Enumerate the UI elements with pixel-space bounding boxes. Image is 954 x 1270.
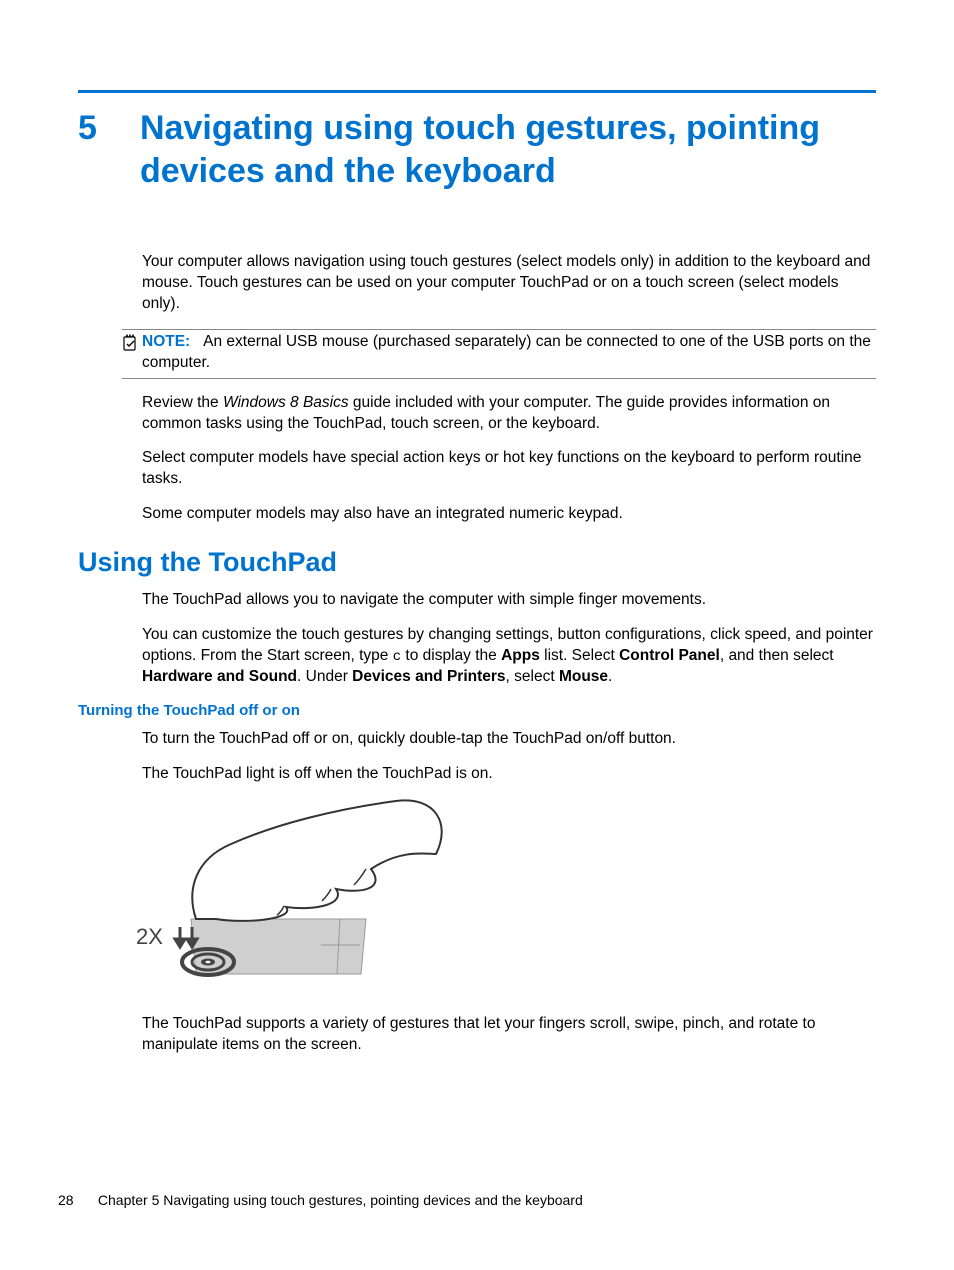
touchpad-illustration: 2X: [136, 799, 876, 1004]
chapter-number: 5: [78, 107, 140, 150]
chapter-heading: 5 Navigating using touch gestures, point…: [78, 107, 876, 192]
section-heading-turning: Turning the TouchPad off or on: [78, 702, 876, 719]
intro-paragraph-4: Some computer models may also have an in…: [142, 504, 876, 525]
intro-paragraph-1: Your computer allows navigation using to…: [142, 252, 876, 315]
note-block: NOTE: An external USB mouse (purchased s…: [122, 329, 876, 379]
section-heading-touchpad: Using the TouchPad: [78, 547, 876, 578]
footer-page-number: 28: [58, 1192, 94, 1208]
illustration-2x-label: 2X: [136, 924, 163, 949]
touchpad-paragraph-1: The TouchPad allows you to navigate the …: [142, 590, 876, 611]
turning-paragraph-3: The TouchPad supports a variety of gestu…: [142, 1014, 876, 1056]
turning-paragraph-2: The TouchPad light is off when the Touch…: [142, 764, 876, 785]
note-text: An external USB mouse (purchased separat…: [142, 333, 871, 371]
chapter-rule: [78, 90, 876, 93]
touchpad-paragraph-2: You can customize the touch gestures by …: [142, 625, 876, 688]
note-icon: [122, 334, 142, 359]
chapter-title: Navigating using touch gestures, pointin…: [140, 107, 876, 192]
page-footer: 28 Chapter 5 Navigating using touch gest…: [58, 1192, 583, 1208]
note-label: NOTE:: [142, 333, 190, 350]
intro-paragraph-3: Select computer models have special acti…: [142, 448, 876, 490]
footer-text: Chapter 5 Navigating using touch gesture…: [98, 1192, 583, 1208]
turning-paragraph-1: To turn the TouchPad off or on, quickly …: [142, 729, 876, 750]
intro-paragraph-2: Review the Windows 8 Basics guide includ…: [142, 393, 876, 435]
